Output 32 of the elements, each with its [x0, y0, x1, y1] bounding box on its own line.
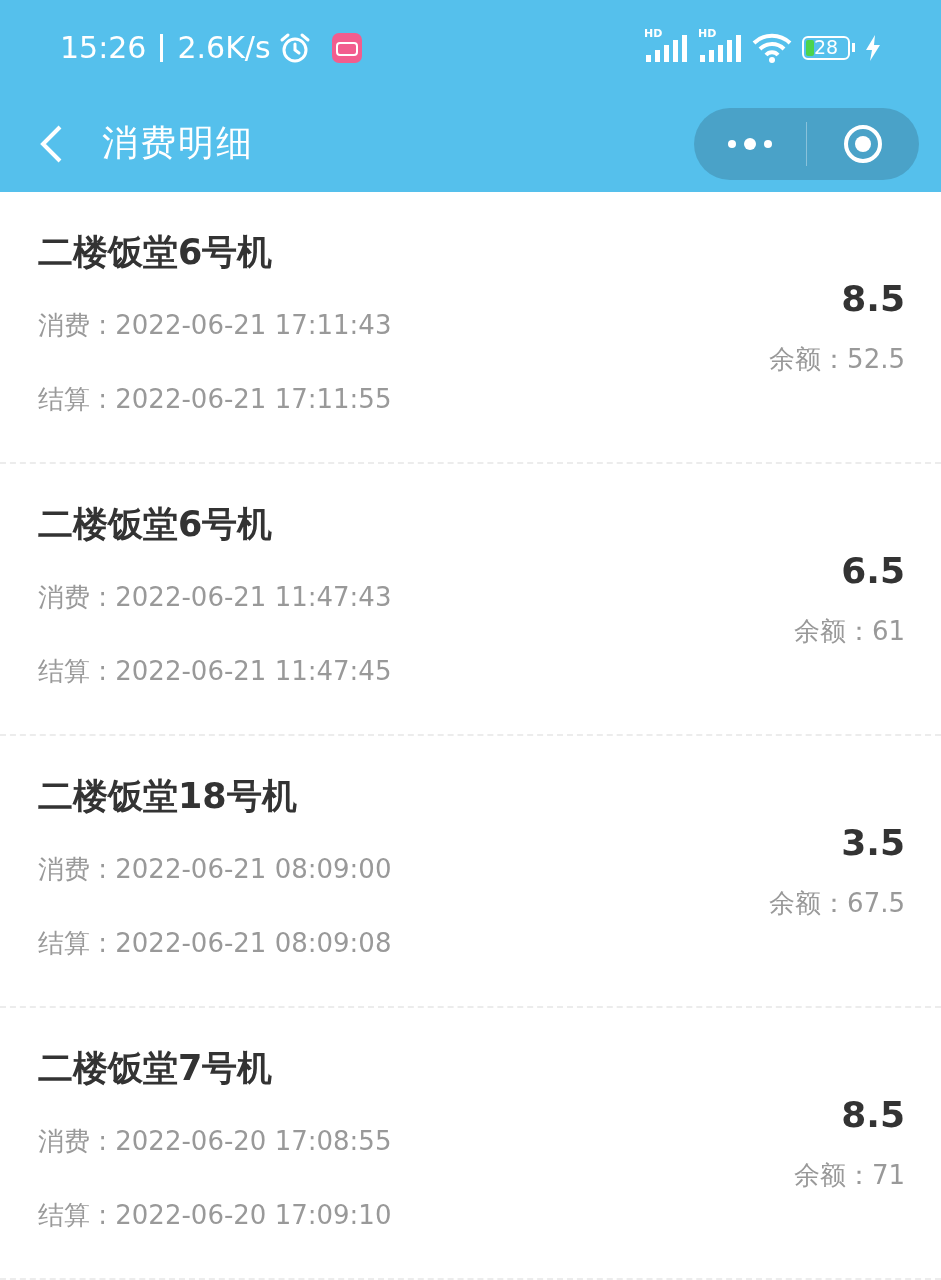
target-icon	[842, 122, 884, 165]
page-title: 消费明细	[102, 121, 254, 165]
settlement-time: 结算 : 2022-06-21 17:11:55	[38, 383, 392, 416]
clock-time: 15:26	[60, 30, 147, 65]
machine-name: 二楼饭堂18号机	[38, 775, 297, 818]
amount: 6.5	[841, 549, 905, 593]
balance: 余额：71	[793, 1159, 905, 1192]
machine-name: 二楼饭堂6号机	[38, 231, 273, 274]
consumption-time: 消费 : 2022-06-21 17:11:43	[38, 309, 392, 342]
signal-label: HD	[644, 26, 663, 40]
settlement-time: 结算 : 2022-06-20 17:09:10	[38, 1199, 392, 1232]
battery-indicator: 28	[802, 35, 850, 60]
network-speed: 2.6K/s	[177, 30, 271, 65]
consumption-time: 消费 : 2022-06-21 08:09:00	[38, 853, 392, 886]
machine-name: 二楼饭堂7号机	[38, 1047, 273, 1090]
signal-label: HD	[698, 26, 717, 40]
machine-name: 二楼饭堂6号机	[38, 503, 273, 546]
more-dots-icon	[727, 136, 773, 151]
settlement-time: 结算 : 2022-06-21 11:47:45	[38, 655, 392, 688]
charging-bolt-icon	[865, 34, 881, 61]
consumption-time: 消费 : 2022-06-21 11:47:43	[38, 581, 392, 614]
balance: 余额：52.5	[769, 343, 905, 376]
amount: 8.5	[841, 277, 905, 321]
balance: 余额：61	[793, 615, 905, 648]
amount: 8.5	[841, 1093, 905, 1137]
app-notification-icon	[330, 31, 363, 64]
amount: 3.5	[841, 821, 905, 865]
consumption-time: 消费 : 2022-06-20 17:08:55	[38, 1125, 392, 1158]
balance: 余额：67.5	[769, 887, 905, 920]
alarm-clock-icon	[278, 31, 311, 64]
wifi-icon	[752, 32, 792, 63]
settlement-time: 结算 : 2022-06-21 08:09:08	[38, 927, 392, 960]
